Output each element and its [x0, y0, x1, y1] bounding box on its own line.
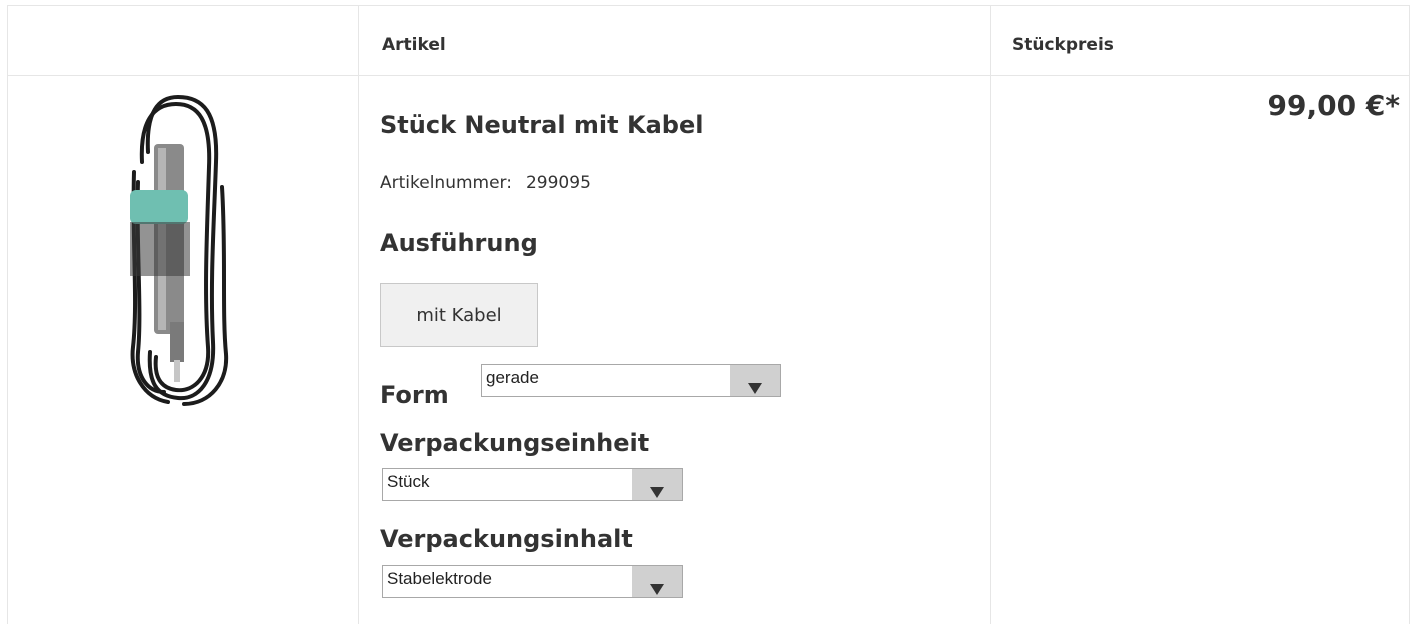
- article-number-label: Artikelnummer:: [380, 173, 512, 193]
- column-divider-2: [990, 5, 991, 624]
- table-top-border: [7, 5, 1410, 6]
- ausfuehrung-heading: Ausführung: [380, 229, 538, 257]
- chevron-down-icon: [748, 383, 762, 394]
- unit-price: 99,00 €*: [1267, 89, 1400, 122]
- column-header-article: Artikel: [382, 35, 446, 55]
- article-number: Artikelnummer: 299095: [380, 173, 591, 193]
- variant-mit-kabel-button[interactable]: mit Kabel: [380, 283, 538, 347]
- verpackungseinheit-select[interactable]: Stück: [382, 468, 683, 501]
- form-select-value: gerade: [486, 368, 539, 387]
- chevron-down-icon: [650, 487, 664, 498]
- form-label: Form: [380, 381, 449, 409]
- verpackungsinhalt-label: Verpackungsinhalt: [380, 525, 633, 553]
- verpackungsinhalt-select[interactable]: Stabelektrode: [382, 565, 683, 598]
- form-select[interactable]: gerade: [481, 364, 781, 397]
- table-left-border: [7, 5, 8, 624]
- article-number-value: 299095: [525, 173, 591, 193]
- product-title[interactable]: Stück Neutral mit Kabel: [380, 112, 703, 139]
- header-divider: [7, 75, 1410, 76]
- chevron-down-icon: [650, 584, 664, 595]
- verpackungseinheit-select-arrow[interactable]: [632, 469, 682, 500]
- column-divider-1: [358, 5, 359, 624]
- verpackungseinheit-label: Verpackungseinheit: [380, 429, 650, 457]
- verpackungseinheit-select-value: Stück: [387, 472, 430, 491]
- table-right-border: [1409, 5, 1410, 624]
- verpackungsinhalt-select-value: Stabelektrode: [387, 569, 492, 588]
- cable-product-image[interactable]: [118, 92, 238, 408]
- form-select-arrow[interactable]: [730, 365, 780, 396]
- column-header-unit-price: Stückpreis: [1012, 35, 1114, 55]
- verpackungsinhalt-select-arrow[interactable]: [632, 566, 682, 597]
